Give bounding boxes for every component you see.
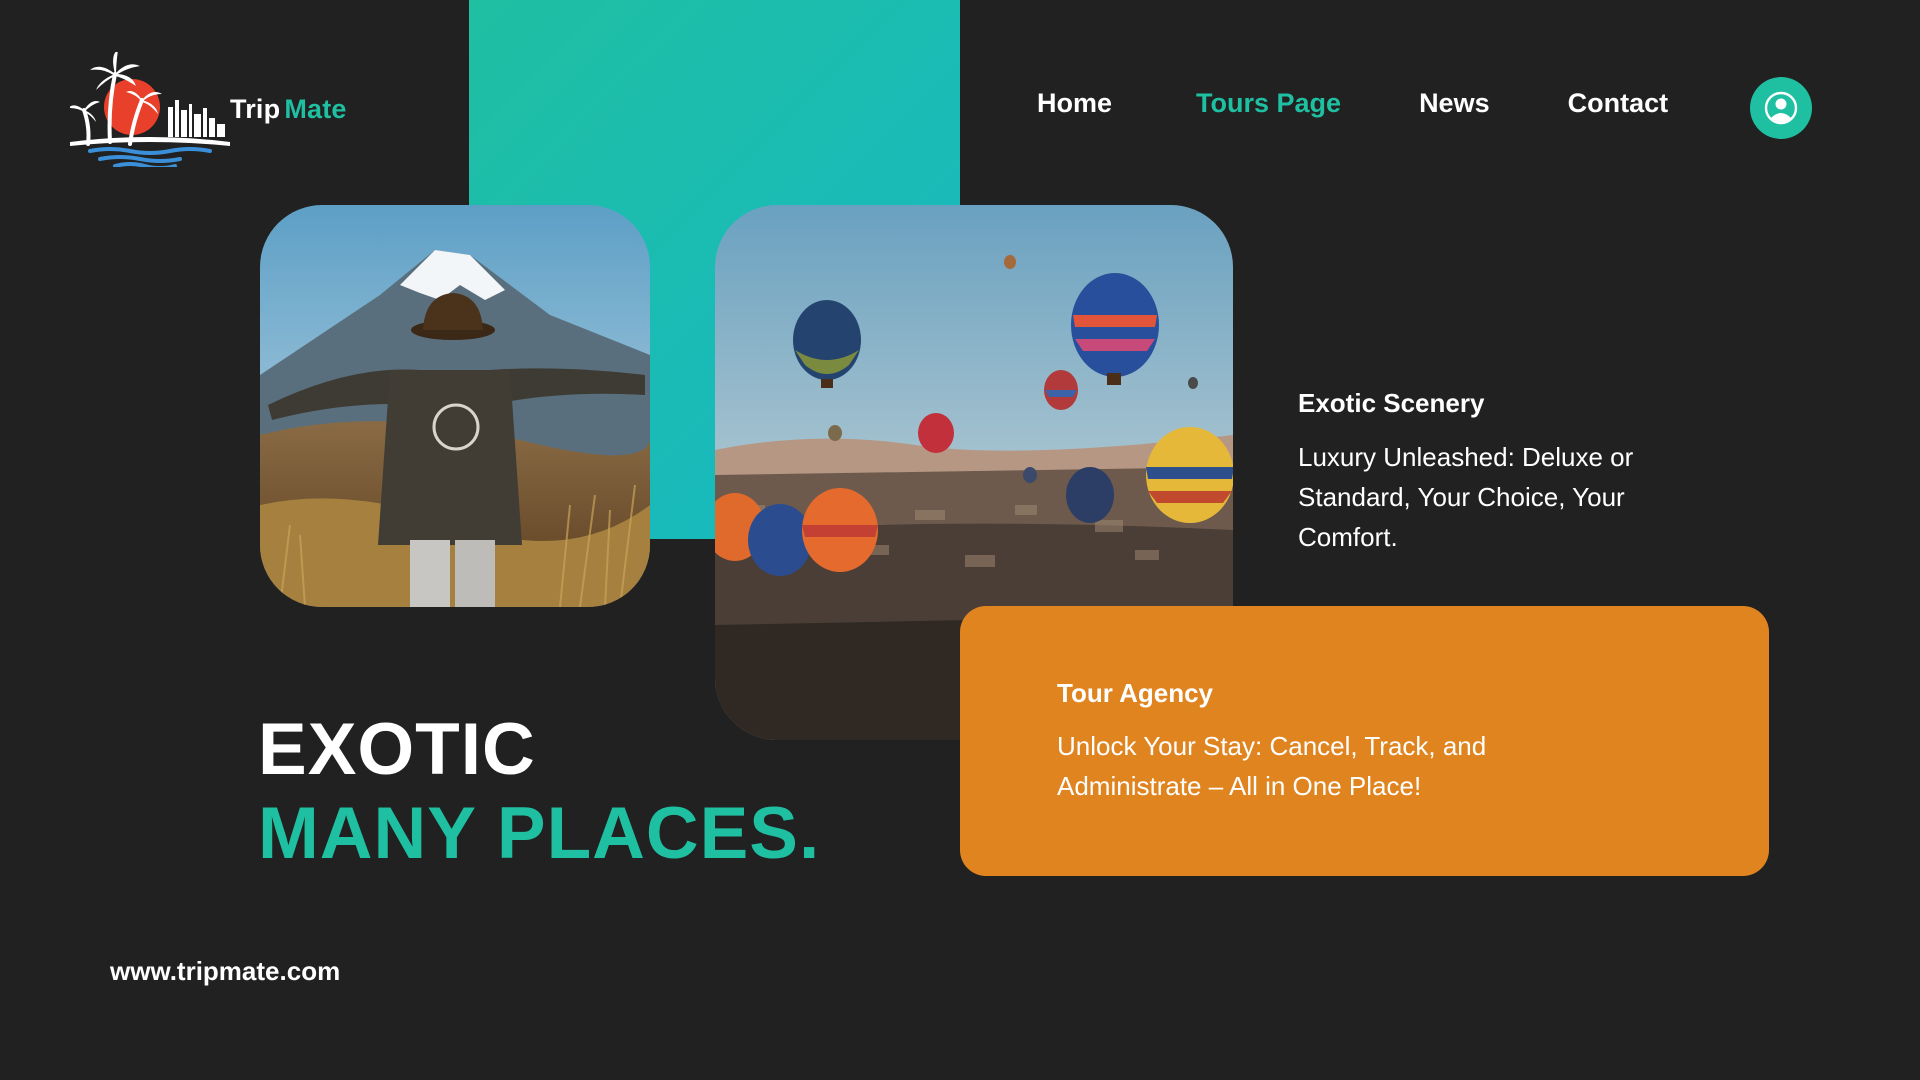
scenery-description: Luxury Unleashed: Deluxe or Standard, Yo… — [1298, 442, 1634, 552]
nav-home-link[interactable]: Home — [1037, 88, 1112, 119]
nav-contact-link[interactable]: Contact — [1568, 88, 1669, 119]
nav-news-link[interactable]: News — [1419, 88, 1490, 119]
main-nav: Home Tours Page News Contact — [1037, 88, 1668, 119]
brand-name-mate: Mate — [284, 94, 347, 124]
hiker-mountain-photo — [260, 205, 650, 607]
palm-island-logo-icon — [70, 52, 230, 167]
brand-name-trip: Trip — [230, 94, 281, 124]
scenery-title: Exotic Scenery — [1298, 388, 1485, 418]
agency-description: Unlock Your Stay: Cancel, Track, and Adm… — [1057, 731, 1487, 801]
exotic-scenery-feature: Exotic Scenery Luxury Unleashed: Deluxe … — [1298, 388, 1718, 557]
agency-title: Tour Agency — [1057, 678, 1214, 708]
user-circle-icon — [1764, 91, 1798, 125]
tour-agency-card: Tour Agency Unlock Your Stay: Cancel, Tr… — [960, 606, 1769, 876]
hero-heading: EXOTIC MANY PLACES. — [258, 708, 820, 876]
website-url[interactable]: www.tripmate.com — [110, 956, 340, 987]
hero-line-exotic: EXOTIC — [258, 709, 536, 790]
brand-logo[interactable]: Trip Mate — [70, 52, 347, 167]
brand-name: Trip Mate — [230, 94, 347, 125]
hero-line-many-places: MANY PLACES. — [258, 793, 821, 874]
nav-tours-page-link[interactable]: Tours Page — [1196, 88, 1341, 119]
profile-button[interactable] — [1750, 77, 1812, 139]
